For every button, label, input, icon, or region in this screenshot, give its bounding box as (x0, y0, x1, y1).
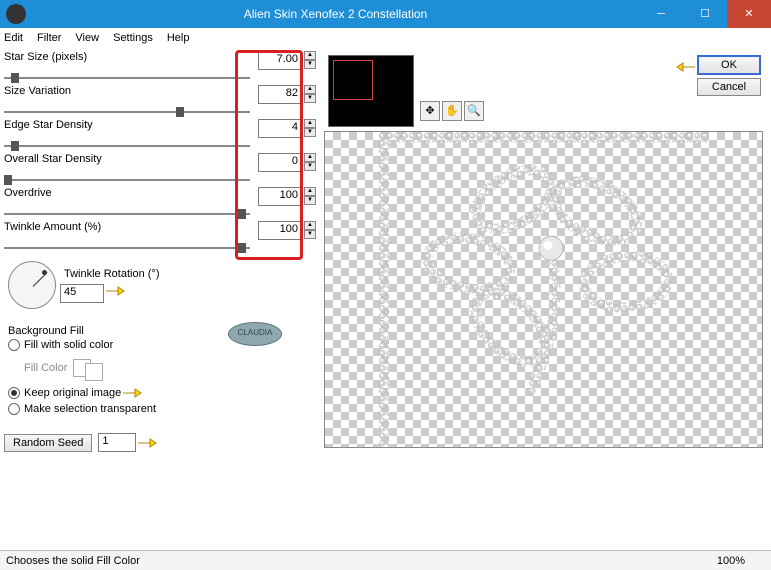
fill-color-label: Fill Color (24, 362, 67, 374)
param-spinner[interactable]: ▲▼ (304, 85, 316, 104)
cancel-button[interactable]: Cancel (697, 78, 761, 96)
pointer-icon (675, 59, 697, 75)
menu-edit[interactable]: Edit (4, 32, 23, 44)
random-seed-button[interactable]: Random Seed (4, 434, 92, 452)
pointer-icon (104, 283, 126, 299)
param-input[interactable]: 100 (258, 187, 302, 206)
param-spinner[interactable]: ▲▼ (304, 153, 316, 172)
param-input[interactable]: 100 (258, 221, 302, 240)
twinkle-rotation-input[interactable]: 45 (60, 284, 104, 303)
move-tool-icon[interactable]: ✥ (420, 101, 440, 121)
param-slider[interactable] (4, 213, 250, 215)
menu-bar: Edit Filter View Settings Help (0, 28, 771, 47)
param-input[interactable]: 7.00 (258, 51, 302, 70)
twinkle-rotation-label: Twinkle Rotation (°) (64, 268, 160, 280)
watermark: CLAUDIA (228, 322, 282, 346)
menu-help[interactable]: Help (167, 32, 190, 44)
status-zoom: 100% (717, 555, 745, 567)
minimize-button[interactable]: ─ (639, 0, 683, 28)
random-seed-input[interactable]: 1 (98, 433, 136, 452)
param-slider[interactable] (4, 247, 250, 249)
param-slider[interactable] (4, 77, 250, 79)
radio-keep-original[interactable]: Keep original image (8, 385, 320, 401)
param-input[interactable]: 0 (258, 153, 302, 172)
window-title: Alien Skin Xenofex 2 Constellation (32, 7, 639, 21)
param-spinner[interactable]: ▲▼ (304, 51, 316, 70)
param-label: Size Variation (4, 85, 71, 97)
param-input[interactable]: 4 (258, 119, 302, 138)
param-label: Overdrive (4, 187, 52, 199)
param-input[interactable]: 82 (258, 85, 302, 104)
zoom-tool-icon[interactable]: 🔍 (464, 101, 484, 121)
param-spinner[interactable]: ▲▼ (304, 187, 316, 206)
menu-settings[interactable]: Settings (113, 32, 153, 44)
pointer-icon (136, 435, 158, 451)
preview-image (325, 132, 762, 447)
close-button[interactable]: ✕ (727, 0, 771, 28)
app-icon (6, 4, 26, 24)
param-label: Star Size (pixels) (4, 51, 87, 63)
pointer-icon (121, 385, 143, 401)
ok-button[interactable]: OK (697, 55, 761, 75)
param-spinner[interactable]: ▲▼ (304, 119, 316, 138)
twinkle-rotation-dial[interactable] (8, 261, 56, 309)
menu-filter[interactable]: Filter (37, 32, 61, 44)
maximize-button[interactable]: ☐ (683, 0, 727, 28)
navigator-panel[interactable] (328, 55, 414, 127)
status-text: Chooses the solid Fill Color (6, 555, 140, 567)
navigator-viewport[interactable] (333, 60, 373, 100)
param-slider[interactable] (4, 145, 250, 147)
param-label: Overall Star Density (4, 153, 102, 165)
param-label: Edge Star Density (4, 119, 93, 131)
hand-tool-icon[interactable]: ✋ (442, 101, 462, 121)
param-slider[interactable] (4, 179, 250, 181)
preview-panel[interactable] (324, 131, 763, 448)
radio-make-transparent[interactable]: Make selection transparent (8, 403, 320, 415)
param-spinner[interactable]: ▲▼ (304, 221, 316, 240)
fill-color-swatch-alt[interactable] (85, 363, 103, 381)
param-slider[interactable] (4, 111, 250, 113)
menu-view[interactable]: View (75, 32, 99, 44)
param-label: Twinkle Amount (%) (4, 221, 101, 233)
